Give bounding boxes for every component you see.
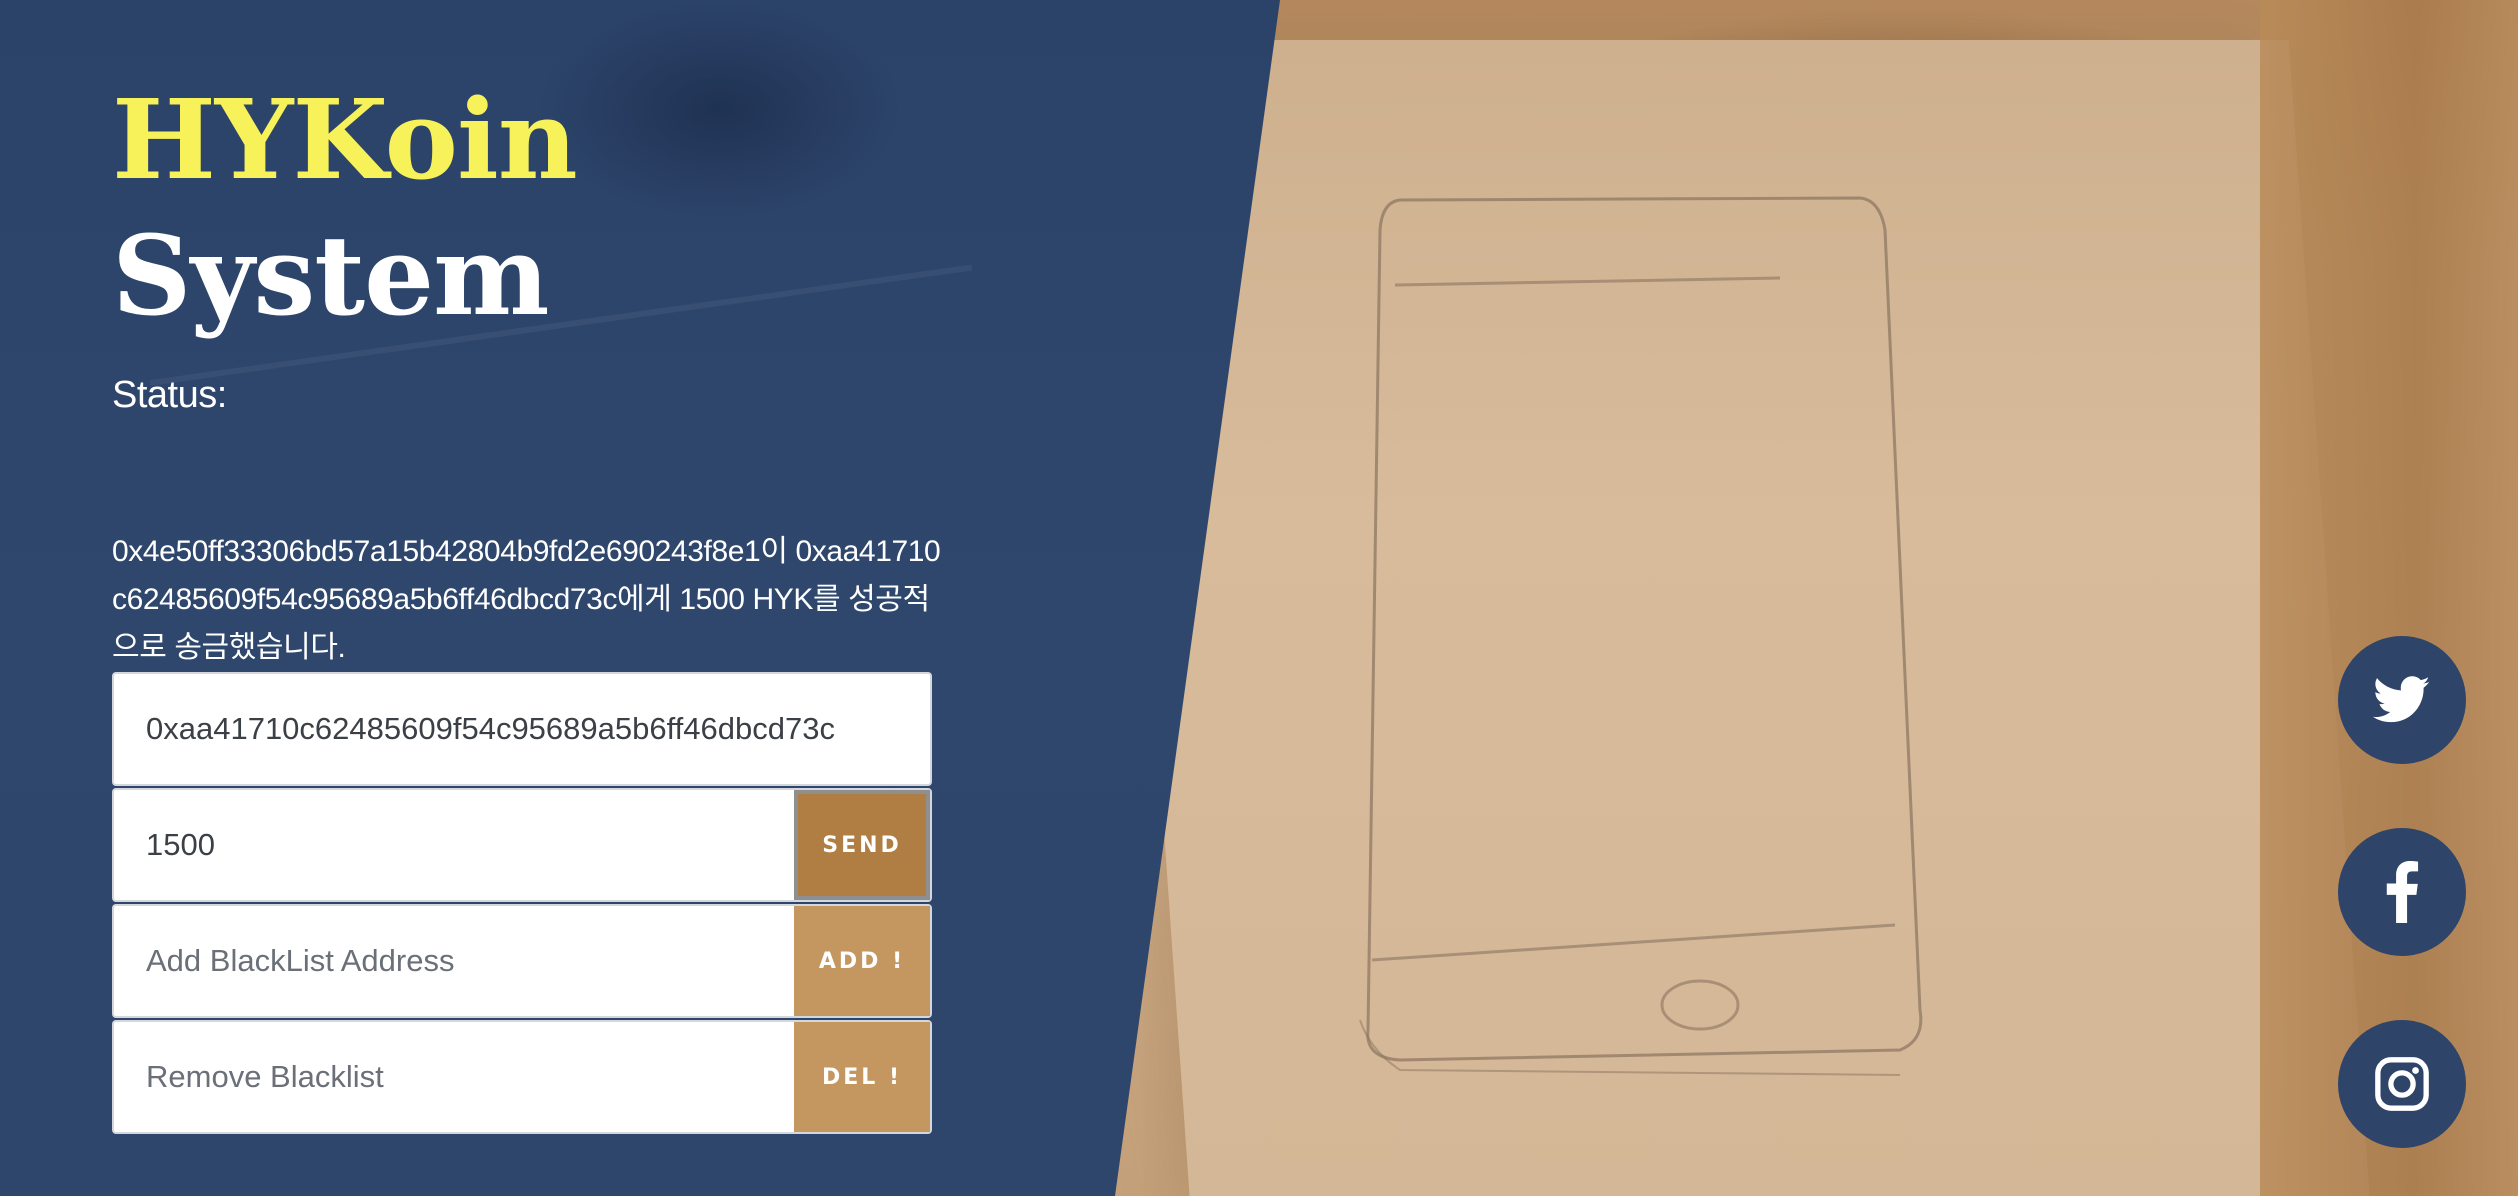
title-line-2: System	[112, 211, 549, 340]
remove-blacklist-row: DEL !	[112, 1020, 932, 1134]
send-button[interactable]: SEND	[794, 790, 930, 900]
title-line-1: HYKoin	[112, 75, 578, 204]
facebook-icon	[2386, 861, 2419, 923]
facebook-button[interactable]	[2338, 828, 2466, 956]
page-title: HYKoin System	[112, 72, 578, 344]
recipient-address-input[interactable]	[114, 674, 930, 784]
page: HYKoin System Status: 0x4e50ff33306bd57a…	[0, 0, 2518, 1196]
remove-blacklist-button[interactable]: DEL !	[794, 1022, 930, 1132]
amount-field-row: SEND	[112, 788, 932, 902]
phone-sketch-illustration	[1359, 196, 1923, 1076]
amount-input[interactable]	[114, 790, 794, 900]
add-blacklist-input[interactable]	[114, 906, 794, 1016]
add-blacklist-row: ADD !	[112, 904, 932, 1018]
instagram-icon	[2375, 1057, 2429, 1111]
twitter-button[interactable]	[2338, 636, 2466, 764]
address-field-row	[112, 672, 932, 786]
instagram-button[interactable]	[2338, 1020, 2466, 1148]
remove-blacklist-input[interactable]	[114, 1022, 794, 1132]
twitter-icon	[2373, 676, 2430, 723]
add-blacklist-button[interactable]: ADD !	[794, 906, 930, 1016]
background-wood	[2260, 0, 2518, 1196]
status-label: Status:	[112, 374, 227, 416]
status-message: 0x4e50ff33306bd57a15b42804b9fd2e690243f8…	[112, 535, 941, 664]
